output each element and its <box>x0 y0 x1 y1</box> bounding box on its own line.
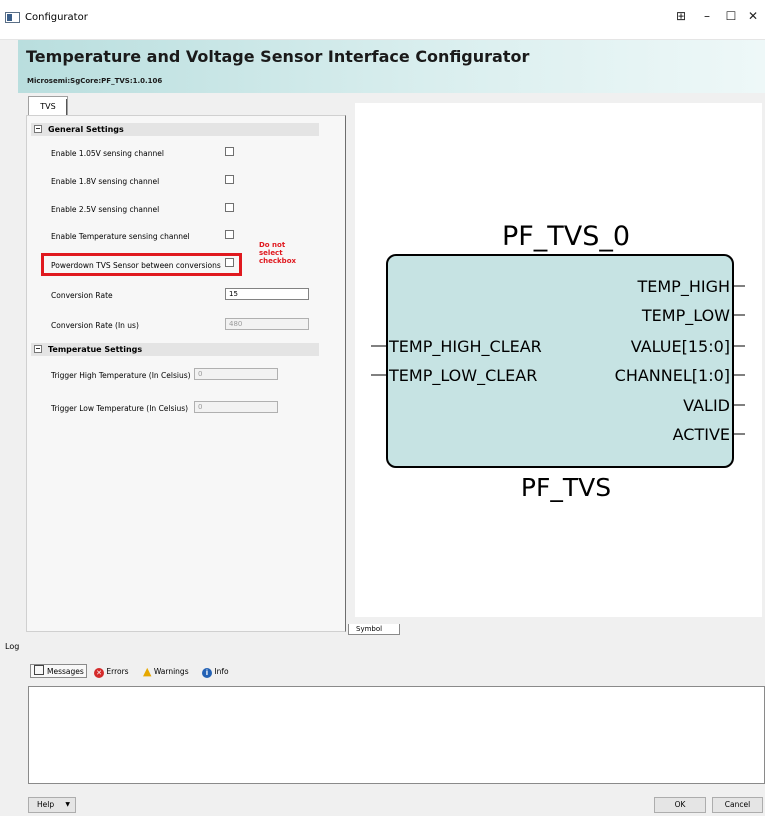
pin-value: VALUE[15:0] <box>631 337 730 356</box>
instance-name: PF_TVS_0 <box>502 221 630 252</box>
trigger-low-input: 0 <box>194 401 278 413</box>
snap-layout-icon[interactable]: ⊞ <box>668 6 694 26</box>
page-title: Temperature and Voltage Sensor Interface… <box>26 47 530 66</box>
general-settings-header[interactable]: General Settings <box>31 123 319 136</box>
tab-symbol[interactable]: Symbol <box>348 624 400 635</box>
temperature-settings-header[interactable]: Temperatue Settings <box>31 343 319 356</box>
collapse-icon[interactable] <box>34 125 42 133</box>
tab-divider <box>66 99 67 115</box>
close-icon[interactable]: ✕ <box>740 6 765 26</box>
tab-warnings-label: Warnings <box>153 667 189 676</box>
conversion-rate-us-input: 480 <box>225 318 309 330</box>
conversion-rate-us-label: Conversion Rate (In us) <box>51 321 139 330</box>
log-label: Log <box>5 642 20 651</box>
pin-temp-low: TEMP_LOW <box>641 306 730 326</box>
conversion-rate-input[interactable]: 15 <box>225 288 309 300</box>
tab-warnings[interactable]: ▲ Warnings <box>143 666 189 678</box>
tab-messages[interactable]: Messages <box>30 664 87 678</box>
pin-temp-low-clear: TEMP_LOW_CLEAR <box>388 366 537 386</box>
trigger-high-label: Trigger High Temperature (In Celsius) <box>51 371 191 380</box>
trigger-low-label: Trigger Low Temperature (In Celsius) <box>51 404 189 413</box>
option-label-18v: Enable 1.8V sensing channel <box>51 177 160 186</box>
checkbox-25v[interactable] <box>225 203 234 212</box>
collapse-icon[interactable] <box>34 345 42 353</box>
help-label: Help <box>37 800 55 809</box>
temperature-settings-label: Temperatue Settings <box>48 345 143 354</box>
pin-valid: VALID <box>683 396 730 415</box>
conversion-rate-label: Conversion Rate <box>51 291 113 300</box>
help-button[interactable]: Help ▼ <box>28 797 76 813</box>
option-label-105v: Enable 1.05V sensing channel <box>51 149 164 158</box>
symbol-panel: PF_TVS_0 PF_TVS TEMP_HIGH_CLEAR TEMP_LOW… <box>355 103 762 617</box>
warning-icon: ▲ <box>143 665 152 678</box>
tab-info[interactable]: i Info <box>202 666 229 678</box>
pin-active: ACTIVE <box>673 425 730 444</box>
tab-info-label: Info <box>214 667 229 676</box>
checkbox-105v[interactable] <box>225 147 234 156</box>
header-banner: Temperature and Voltage Sensor Interface… <box>18 40 765 93</box>
component-symbol: PF_TVS_0 PF_TVS TEMP_HIGH_CLEAR TEMP_LOW… <box>371 221 745 502</box>
messages-icon <box>34 665 44 675</box>
pin-temp-high-clear: TEMP_HIGH_CLEAR <box>388 337 542 357</box>
tab-messages-label: Messages <box>47 667 84 676</box>
cancel-button[interactable]: Cancel <box>712 797 763 813</box>
app-icon <box>5 12 20 23</box>
settings-panel: General Settings Enable 1.05V sensing ch… <box>26 115 346 632</box>
annotation-note: Do not select checkbox <box>259 241 297 265</box>
error-icon: ✕ <box>94 668 104 678</box>
window-title: Configurator <box>25 12 88 23</box>
ok-button[interactable]: OK <box>654 797 706 813</box>
pin-channel: CHANNEL[1:0] <box>615 366 730 385</box>
checkbox-temperature[interactable] <box>225 230 234 239</box>
core-version: Microsemi:SgCore:PF_TVS:1.0.106 <box>27 77 163 85</box>
option-label-temperature: Enable Temperature sensing channel <box>51 232 190 241</box>
log-output[interactable] <box>28 686 765 784</box>
tab-tvs[interactable]: TVS <box>28 96 68 117</box>
general-settings-label: General Settings <box>48 125 124 134</box>
pin-temp-high: TEMP_HIGH <box>636 277 730 297</box>
trigger-high-input: 0 <box>194 368 278 380</box>
option-label-25v: Enable 2.5V sensing channel <box>51 205 160 214</box>
minimize-icon[interactable]: – <box>694 6 720 26</box>
tab-errors[interactable]: ✕ Errors <box>94 666 129 678</box>
info-icon: i <box>202 668 212 678</box>
tab-errors-label: Errors <box>106 667 129 676</box>
highlight-box <box>41 253 242 276</box>
title-bar <box>0 0 765 40</box>
chevron-down-icon: ▼ <box>65 801 70 808</box>
component-name: PF_TVS <box>521 473 611 502</box>
checkbox-18v[interactable] <box>225 175 234 184</box>
